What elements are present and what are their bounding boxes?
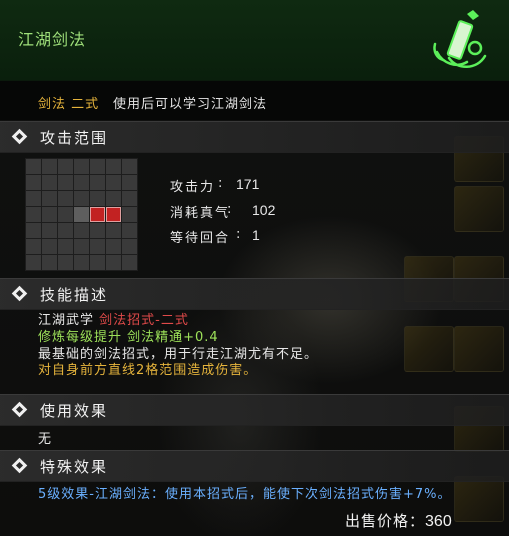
range-cell <box>58 239 73 254</box>
stat-label: 攻击力 <box>170 180 216 195</box>
range-cell <box>106 223 121 238</box>
range-cell <box>106 175 121 190</box>
range-cell <box>90 255 105 270</box>
item-title: 江湖剑法 <box>18 30 87 49</box>
sell-price-value: 360 <box>425 513 452 530</box>
stat-value: 102 <box>252 202 276 218</box>
range-cell <box>106 239 121 254</box>
attack-range-grid <box>25 158 138 271</box>
item-subtitle-row: 剑法 二式 使用后可以学习江湖剑法 <box>0 80 509 120</box>
range-cell <box>106 159 121 174</box>
skill-desc-line-4: 对自身前方直线2格范围造成伤害。 <box>38 363 258 378</box>
stat-attack: 攻击力:171 <box>170 176 260 195</box>
range-cell <box>122 207 137 222</box>
sell-price-label: 出售价格： <box>345 512 426 530</box>
range-cell <box>106 255 121 270</box>
inventory-slot <box>454 326 504 372</box>
range-cell-hit <box>90 207 105 222</box>
inventory-slot <box>454 186 504 232</box>
range-cell <box>90 191 105 206</box>
tooltip-header: 江湖剑法 <box>0 0 509 81</box>
diamond-icon <box>11 128 28 145</box>
special-effect-text: 5级效果-江湖剑法：使用本招式后，能使下次剑法招式伤害+7%。 <box>38 487 452 502</box>
inventory-slot <box>404 326 454 372</box>
item-type-label: 剑法 二式 <box>38 97 100 112</box>
range-cell <box>58 159 73 174</box>
range-cell <box>74 191 89 206</box>
section-title: 使用效果 <box>40 402 109 420</box>
range-cell <box>42 159 57 174</box>
range-cell <box>26 191 41 206</box>
range-cell <box>42 191 57 206</box>
range-cell <box>122 191 137 206</box>
section-header-skill-desc: 技能描述 <box>0 278 509 310</box>
range-cell <box>58 191 73 206</box>
diamond-icon <box>11 401 28 418</box>
range-cell <box>106 191 121 206</box>
sell-price: 出售价格：360 <box>345 510 452 531</box>
range-cell <box>122 159 137 174</box>
range-cell <box>90 175 105 190</box>
range-cell <box>74 159 89 174</box>
range-cell <box>122 239 137 254</box>
diamond-icon <box>11 457 28 474</box>
range-cell <box>58 175 73 190</box>
range-cell-hit <box>106 207 121 222</box>
range-cell <box>42 207 57 222</box>
range-cell <box>58 207 73 222</box>
range-cell <box>42 239 57 254</box>
range-cell <box>42 175 57 190</box>
range-cell <box>58 255 73 270</box>
section-header-special-effect: 特殊效果 <box>0 450 509 482</box>
range-cell <box>90 239 105 254</box>
range-cell <box>26 159 41 174</box>
range-cell <box>90 159 105 174</box>
section-header-attack-range: 攻击范围 <box>0 121 509 153</box>
inventory-slot <box>454 476 504 522</box>
range-cell <box>74 255 89 270</box>
stat-value: 1 <box>252 227 260 243</box>
range-cell <box>74 223 89 238</box>
range-cell <box>74 239 89 254</box>
stat-label: 消耗真气 <box>170 206 231 221</box>
range-cell <box>42 223 57 238</box>
stat-value: 171 <box>236 176 260 192</box>
stat-qi-cost: 消耗真气:102 <box>170 202 276 221</box>
stat-wait-turns: 等待回合:1 <box>170 227 260 246</box>
range-cell <box>122 223 137 238</box>
range-cell <box>58 223 73 238</box>
diamond-icon <box>11 285 28 302</box>
range-cell <box>122 175 137 190</box>
range-cell <box>26 207 41 222</box>
range-cell <box>90 223 105 238</box>
stat-label: 等待回合 <box>170 231 231 246</box>
range-cell-self <box>74 207 89 222</box>
section-title: 技能描述 <box>40 286 109 304</box>
range-cell <box>26 255 41 270</box>
use-effect-text: 无 <box>38 432 53 447</box>
item-description: 使用后可以学习江湖剑法 <box>113 97 268 112</box>
range-cell <box>26 175 41 190</box>
range-cell <box>122 255 137 270</box>
range-cell <box>26 223 41 238</box>
section-title: 特殊效果 <box>40 458 109 476</box>
range-cell <box>42 255 57 270</box>
sword-scroll-emblem-icon <box>433 10 487 68</box>
range-cell <box>26 239 41 254</box>
section-header-use-effect: 使用效果 <box>0 394 509 426</box>
range-cell <box>74 175 89 190</box>
section-title: 攻击范围 <box>40 129 109 147</box>
